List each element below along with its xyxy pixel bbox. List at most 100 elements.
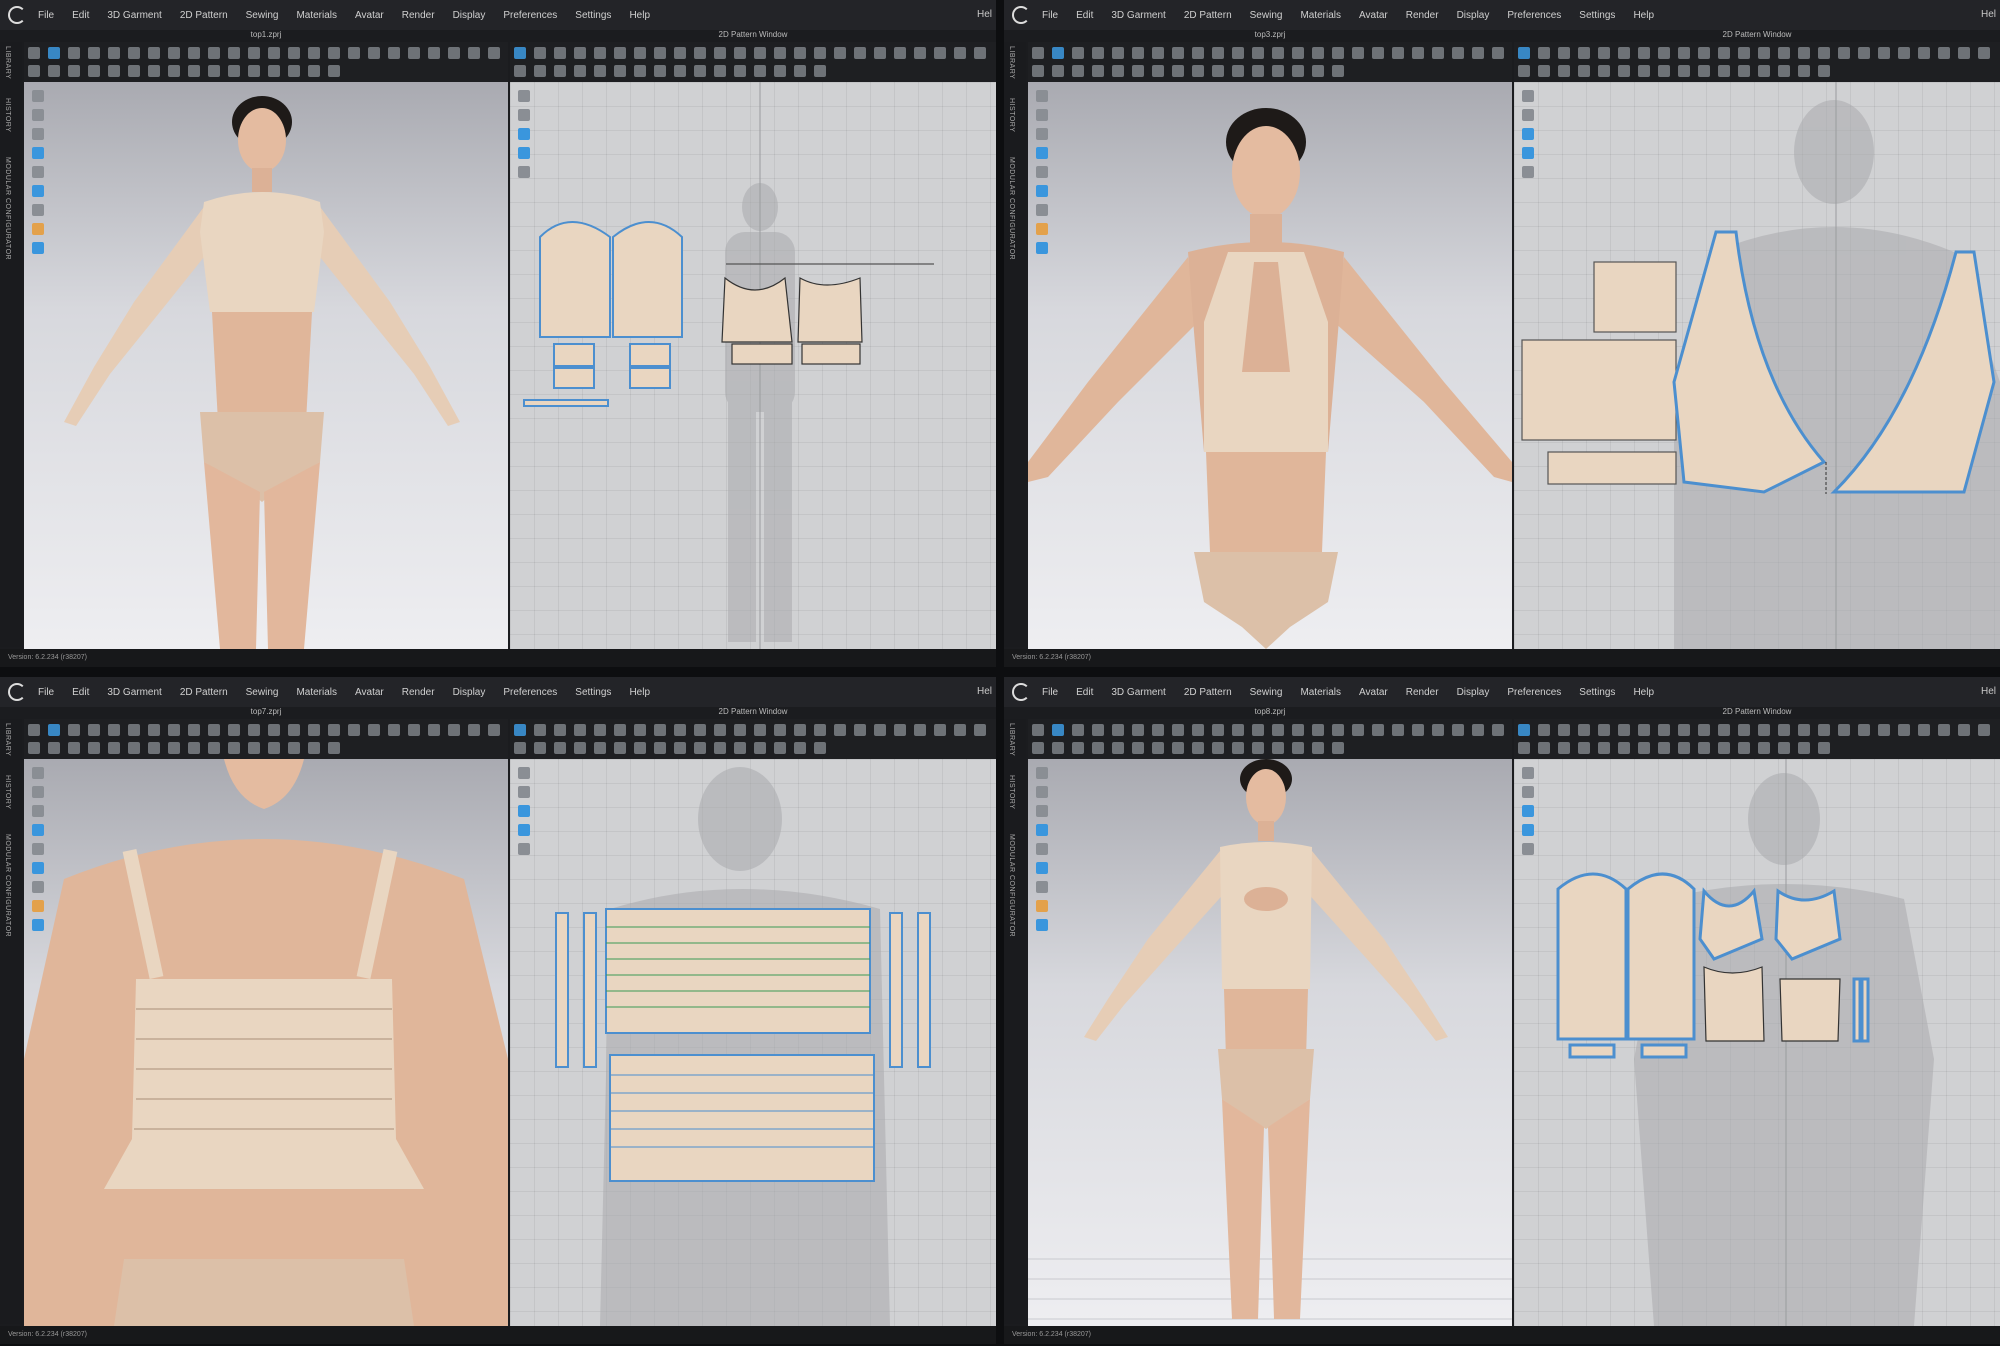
- toolbar-tool-icon[interactable]: [1518, 65, 1530, 77]
- toolbar-tool-icon[interactable]: [1072, 65, 1084, 77]
- toolbar-tool-icon[interactable]: [734, 47, 746, 59]
- toolbar-tool-icon[interactable]: [1618, 742, 1630, 754]
- menu-3d-garment[interactable]: 3D Garment: [1111, 687, 1165, 698]
- toolbar-tool-icon[interactable]: [1212, 65, 1224, 77]
- toolbar-tool-icon[interactable]: [468, 724, 480, 736]
- tab-modular-configurator[interactable]: MODULAR CONFIGURATOR: [4, 834, 11, 937]
- toolbar-tool-icon[interactable]: [1172, 742, 1184, 754]
- toolbar-tool-icon[interactable]: [674, 724, 686, 736]
- toolbar-tool-icon[interactable]: [1432, 724, 1444, 736]
- viewport-3d[interactable]: [24, 759, 508, 1326]
- toolbar-tool-icon[interactable]: [1538, 724, 1550, 736]
- toolbar-tool-icon[interactable]: [794, 724, 806, 736]
- toolbar-tool-icon[interactable]: [28, 724, 40, 736]
- toolbar-tool-icon[interactable]: [574, 47, 586, 59]
- toolbar-tool-icon[interactable]: [1352, 724, 1364, 736]
- toolbar-tool-icon[interactable]: [1578, 65, 1590, 77]
- toolbar-tool-icon[interactable]: [1292, 724, 1304, 736]
- toolbar-tool-icon[interactable]: [408, 724, 420, 736]
- toolbar-tool-icon[interactable]: [1352, 47, 1364, 59]
- tab-library[interactable]: LIBRARY: [1008, 46, 1015, 79]
- toolbar-tool-icon[interactable]: [674, 65, 686, 77]
- toolbar-tool-icon[interactable]: [108, 724, 120, 736]
- toolbar-tool-icon[interactable]: [1232, 65, 1244, 77]
- toolbar-tool-icon[interactable]: [1958, 47, 1970, 59]
- toolbar-tool-icon[interactable]: [1538, 47, 1550, 59]
- toolbar-tool-icon[interactable]: [188, 742, 200, 754]
- menu-help-truncated[interactable]: Hel: [1981, 686, 1996, 697]
- menu-materials[interactable]: Materials: [1300, 10, 1341, 21]
- toolbar-tool-icon[interactable]: [894, 47, 906, 59]
- toolbar-tool-icon[interactable]: [1798, 724, 1810, 736]
- menu-settings[interactable]: Settings: [1579, 10, 1615, 21]
- toolbar-tool-icon[interactable]: [634, 724, 646, 736]
- menu-preferences[interactable]: Preferences: [1507, 687, 1561, 698]
- toolbar-tool-icon[interactable]: [128, 65, 140, 77]
- toolbar-tool-icon[interactable]: [594, 47, 606, 59]
- toolbar-tool-icon[interactable]: [248, 724, 260, 736]
- toolbar-tool-icon[interactable]: [954, 47, 966, 59]
- toolbar-tool-icon[interactable]: [1132, 65, 1144, 77]
- menu-display[interactable]: Display: [453, 10, 486, 21]
- toolbar-tool-icon[interactable]: [594, 724, 606, 736]
- toolbar-tool-icon[interactable]: [654, 724, 666, 736]
- toolbar-tool-icon[interactable]: [1738, 724, 1750, 736]
- toolbar-tool-icon[interactable]: [1232, 724, 1244, 736]
- toolbar-tool-icon[interactable]: [148, 724, 160, 736]
- toolbar-tool-icon[interactable]: [914, 724, 926, 736]
- toolbar-tool-icon[interactable]: [1758, 65, 1770, 77]
- toolbar-tool-icon[interactable]: [1698, 742, 1710, 754]
- toolbar-tool-icon[interactable]: [634, 65, 646, 77]
- pattern-window[interactable]: [510, 759, 996, 1326]
- toolbar-tool-icon[interactable]: [1052, 724, 1064, 736]
- toolbar-tool-icon[interactable]: [1152, 65, 1164, 77]
- menu-help[interactable]: Help: [1633, 687, 1654, 698]
- toolbar-tool-icon[interactable]: [328, 47, 340, 59]
- toolbar-tool-icon[interactable]: [1798, 742, 1810, 754]
- toolbar-tool-icon[interactable]: [268, 724, 280, 736]
- menu-preferences[interactable]: Preferences: [503, 10, 557, 21]
- toolbar-tool-icon[interactable]: [68, 724, 80, 736]
- toolbar-tool-icon[interactable]: [188, 47, 200, 59]
- toolbar-tool-icon[interactable]: [734, 742, 746, 754]
- toolbar-tool-icon[interactable]: [1212, 724, 1224, 736]
- toolbar-tool-icon[interactable]: [1938, 47, 1950, 59]
- toolbar-tool-icon[interactable]: [1698, 47, 1710, 59]
- toolbar-tool-icon[interactable]: [1658, 742, 1670, 754]
- toolbar-tool-icon[interactable]: [48, 742, 60, 754]
- menu-3d-garment[interactable]: 3D Garment: [1111, 10, 1165, 21]
- toolbar-tool-icon[interactable]: [148, 65, 160, 77]
- toolbar-tool-icon[interactable]: [614, 724, 626, 736]
- toolbar-tool-icon[interactable]: [1432, 47, 1444, 59]
- toolbar-tool-icon[interactable]: [814, 65, 826, 77]
- toolbar-tool-icon[interactable]: [1618, 724, 1630, 736]
- toolbar-tool-icon[interactable]: [168, 65, 180, 77]
- toolbar-tool-icon[interactable]: [128, 742, 140, 754]
- tab-history[interactable]: HISTORY: [1008, 98, 1015, 132]
- toolbar-tool-icon[interactable]: [1072, 724, 1084, 736]
- toolbar-tool-icon[interactable]: [1132, 47, 1144, 59]
- toolbar-tool-icon[interactable]: [1978, 47, 1990, 59]
- pattern-window[interactable]: [1514, 82, 2000, 649]
- toolbar-tool-icon[interactable]: [1052, 47, 1064, 59]
- toolbar-tool-icon[interactable]: [168, 742, 180, 754]
- toolbar-tool-icon[interactable]: [714, 742, 726, 754]
- toolbar-tool-icon[interactable]: [1072, 742, 1084, 754]
- menu-3d-garment[interactable]: 3D Garment: [107, 10, 161, 21]
- toolbar-tool-icon[interactable]: [1618, 65, 1630, 77]
- toolbar-tool-icon[interactable]: [408, 47, 420, 59]
- menu-avatar[interactable]: Avatar: [355, 687, 384, 698]
- menu-materials[interactable]: Materials: [1300, 687, 1341, 698]
- toolbar-tool-icon[interactable]: [208, 724, 220, 736]
- toolbar-tool-icon[interactable]: [1898, 47, 1910, 59]
- toolbar-tool-icon[interactable]: [834, 47, 846, 59]
- menu-display[interactable]: Display: [453, 687, 486, 698]
- toolbar-tool-icon[interactable]: [534, 65, 546, 77]
- toolbar-tool-icon[interactable]: [1072, 47, 1084, 59]
- toolbar-tool-icon[interactable]: [1798, 47, 1810, 59]
- toolbar-tool-icon[interactable]: [28, 742, 40, 754]
- toolbar-tool-icon[interactable]: [554, 742, 566, 754]
- toolbar-tool-icon[interactable]: [534, 742, 546, 754]
- toolbar-tool-icon[interactable]: [1472, 724, 1484, 736]
- toolbar-tool-icon[interactable]: [1312, 724, 1324, 736]
